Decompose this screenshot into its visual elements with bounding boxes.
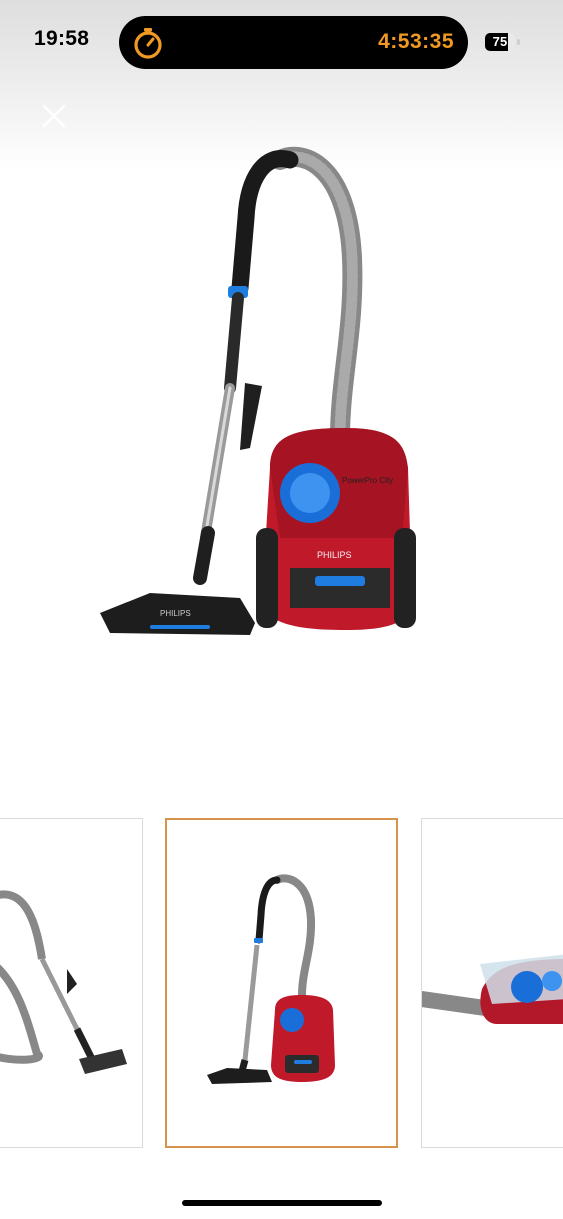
canister-brand-label: PHILIPS	[317, 550, 352, 560]
battery-icon: 75	[485, 33, 515, 51]
battery-percentage: 75	[492, 34, 508, 49]
home-indicator[interactable]	[182, 1200, 382, 1206]
main-product-image[interactable]: PHILIPS PowerPro City PHILIPS	[90, 138, 430, 643]
thumbnail-image-3	[422, 954, 563, 1024]
close-icon[interactable]	[38, 100, 70, 132]
vacuum-illustration: PHILIPS PowerPro City PHILIPS	[100, 146, 416, 635]
thumbnail-2-selected[interactable]	[165, 818, 398, 1148]
dynamic-island[interactable]: 4:53:35	[119, 16, 468, 69]
stopwatch-icon	[134, 28, 162, 59]
status-time: 19:58	[34, 27, 90, 50]
thumbnail-image-2	[207, 874, 335, 1084]
canister-model-label: PowerPro City	[342, 476, 393, 485]
thumbnail-image-1	[0, 890, 127, 1074]
thumbnail-3[interactable]	[421, 818, 563, 1148]
timer-readout: 4:53:35	[378, 30, 454, 53]
thumbnail-1[interactable]	[0, 818, 143, 1148]
battery-cap	[517, 39, 520, 45]
nozzle-brand-label: PHILIPS	[160, 609, 191, 618]
